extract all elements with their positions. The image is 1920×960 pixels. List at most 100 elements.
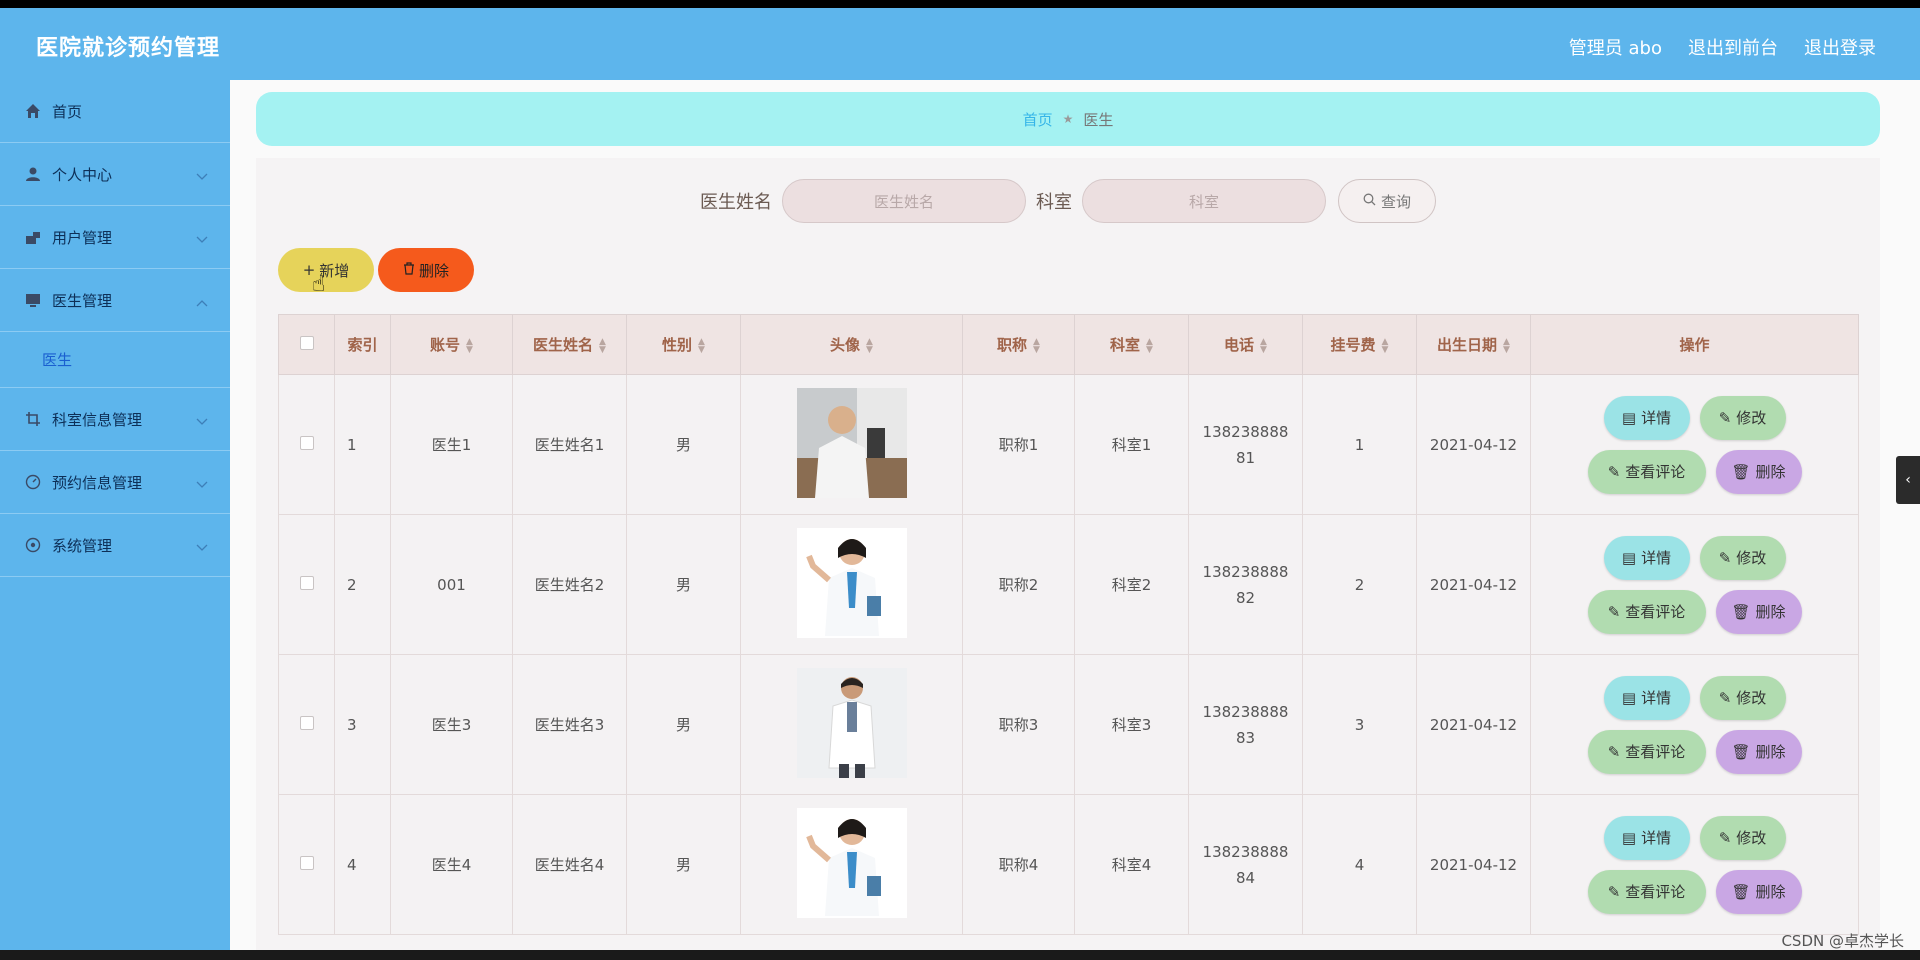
view-reviews-button[interactable]: ✎ 查看评论 — [1587, 589, 1706, 634]
detail-button[interactable]: ▤ 详情 — [1603, 675, 1690, 720]
add-button[interactable]: + 新增 — [278, 248, 374, 292]
sort-icon[interactable]: ▲ ▼ — [1033, 337, 1040, 354]
sidebar-item-doctor-management[interactable]: 医生管理 — [0, 269, 230, 332]
cell-department: 科室3 — [1074, 654, 1189, 795]
view-reviews-button[interactable]: ✎ 查看评论 — [1587, 449, 1706, 494]
watermark: CSDN @卓杰学长 — [1781, 932, 1904, 950]
chevron-down-icon — [196, 475, 208, 493]
header-links: 管理员 abo 退出到前台 退出登录 — [1569, 34, 1876, 60]
delete-button[interactable]: 🗑 删除 — [1715, 869, 1802, 914]
cell-operations: ▤ 详情 ✎ 修改 ✎ 查看评论 🗑 删除 — [1530, 374, 1859, 515]
cell-avatar — [740, 794, 963, 935]
column-header-birth-date[interactable]: 出生日期 ▲ ▼ — [1416, 314, 1531, 375]
column-header-title[interactable]: 职称 ▲ ▼ — [962, 314, 1075, 375]
column-header-fee[interactable]: 挂号费 ▲ ▼ — [1302, 314, 1417, 375]
phone-line-1: 138238888 — [1202, 422, 1289, 441]
department-label: 科室 — [1036, 192, 1072, 213]
collapse-panel-tab[interactable]: ‹ — [1896, 456, 1920, 504]
exit-to-front-link[interactable]: 退出到前台 — [1688, 34, 1778, 60]
delete-button[interactable]: 🗑 删除 — [1715, 449, 1802, 494]
column-header-doctor-name[interactable]: 医生姓名 ▲ ▼ — [512, 314, 627, 375]
sort-icon[interactable]: ▲ ▼ — [466, 337, 473, 354]
sidebar-item-system-management[interactable]: 系统管理 — [0, 514, 230, 577]
query-button[interactable]: 查询 — [1338, 179, 1436, 223]
sort-icon[interactable]: ▲ ▼ — [1146, 337, 1153, 354]
sort-icon[interactable]: ▲ ▼ — [866, 337, 873, 354]
sidebar-item-home[interactable]: 首页 — [0, 80, 230, 143]
edit-button[interactable]: ✎ 修改 — [1699, 675, 1786, 720]
sort-icon[interactable]: ▲ ▼ — [698, 337, 705, 354]
column-header-gender[interactable]: 性别 ▲ ▼ — [626, 314, 741, 375]
main-content: 首页 ★ 医生 医生姓名 医生姓名 科室 科室 查询 + 新增 删除 索引 账号… — [230, 80, 1920, 960]
phone-line-1: 138238888 — [1202, 842, 1289, 861]
content-panel: 医生姓名 医生姓名 科室 科室 查询 + 新增 删除 索引 账号 ▲ ▼ 医生姓… — [256, 158, 1880, 960]
sidebar-subitem-doctor[interactable]: 医生 — [0, 332, 230, 388]
column-header-avatar[interactable]: 头像 ▲ ▼ — [740, 314, 963, 375]
sort-icon[interactable]: ▲ ▼ — [1260, 337, 1267, 354]
trash-icon: 🗑 — [1731, 882, 1751, 901]
column-header-phone[interactable]: 电话 ▲ ▼ — [1188, 314, 1303, 375]
column-header-account[interactable]: 账号 ▲ ▼ — [390, 314, 513, 375]
document-icon: ▤ — [1621, 828, 1637, 847]
cell-phone: 138238888 83 — [1188, 654, 1303, 795]
phone-line-1: 138238888 — [1202, 562, 1289, 581]
edit-button[interactable]: ✎ 修改 — [1699, 535, 1786, 580]
row-select-cell — [278, 654, 335, 795]
phone-line-1: 138238888 — [1202, 702, 1289, 721]
cell-birth-date: 2021-04-12 — [1416, 374, 1531, 515]
chevron-down-icon — [196, 167, 208, 185]
sidebar: 首页 个人中心 用户管理 医生管理 医生 科室信息管理 预约信息管理 系统管理 — [0, 80, 230, 960]
breadcrumb-home[interactable]: 首页 — [1023, 109, 1053, 130]
delete-button[interactable]: 🗑 删除 — [1715, 589, 1802, 634]
detail-button[interactable]: ▤ 详情 — [1603, 395, 1690, 440]
horizontal-scrollbar[interactable] — [0, 950, 1920, 960]
sidebar-item-user-management[interactable]: 用户管理 — [0, 206, 230, 269]
sidebar-item-label: 个人中心 — [52, 165, 113, 184]
sidebar-item-department-management[interactable]: 科室信息管理 — [0, 388, 230, 451]
sidebar-item-appointment-management[interactable]: 预约信息管理 — [0, 451, 230, 514]
phone-line-2: 81 — [1235, 448, 1256, 467]
cell-department: 科室4 — [1074, 794, 1189, 935]
row-checkbox[interactable] — [299, 575, 314, 590]
cell-department: 科室1 — [1074, 374, 1189, 515]
column-header-department[interactable]: 科室 ▲ ▼ — [1074, 314, 1189, 375]
cell-operations: ▤ 详情 ✎ 修改 ✎ 查看评论 🗑 删除 — [1530, 514, 1859, 655]
department-input[interactable]: 科室 — [1082, 179, 1326, 223]
cell-avatar — [740, 654, 963, 795]
cell-index: 1 — [334, 374, 391, 515]
doctor-avatar-image — [796, 527, 907, 638]
batch-delete-button[interactable]: 删除 — [378, 248, 474, 292]
detail-button[interactable]: ▤ 详情 — [1603, 535, 1690, 580]
admin-user-label[interactable]: 管理员 abo — [1569, 34, 1662, 60]
edit-button[interactable]: ✎ 修改 — [1699, 815, 1786, 860]
table-header-row: 索引 账号 ▲ ▼ 医生姓名 ▲ ▼ 性别 ▲ ▼ 头像 ▲ ▼ 职称 ▲ ▼ 科室 ▲ ▼ 电话 ▲ ▼ … — [278, 314, 1859, 375]
sort-icon[interactable]: ▲ ▼ — [1382, 337, 1389, 354]
trash-icon: 🗑 — [1731, 742, 1751, 761]
row-checkbox[interactable] — [299, 855, 314, 870]
select-all-checkbox[interactable] — [299, 335, 314, 350]
row-checkbox[interactable] — [299, 435, 314, 450]
pencil-icon: ✎ — [1718, 688, 1732, 707]
sidebar-item-personal-center[interactable]: 个人中心 — [0, 143, 230, 206]
detail-button[interactable]: ▤ 详情 — [1603, 815, 1690, 860]
sort-icon[interactable]: ▲ ▼ — [1503, 337, 1510, 354]
delete-button[interactable]: 🗑 删除 — [1715, 729, 1802, 774]
view-reviews-button[interactable]: ✎ 查看评论 — [1587, 869, 1706, 914]
doctor-table: 索引 账号 ▲ ▼ 医生姓名 ▲ ▼ 性别 ▲ ▼ 头像 ▲ ▼ 职称 ▲ ▼ 科室 ▲ ▼ 电话 ▲ ▼ … — [278, 314, 1859, 935]
cell-birth-date: 2021-04-12 — [1416, 514, 1531, 655]
edit-button[interactable]: ✎ 修改 — [1699, 395, 1786, 440]
logout-link[interactable]: 退出登录 — [1804, 34, 1876, 60]
doctor-name-input[interactable]: 医生姓名 — [782, 179, 1026, 223]
sort-icon[interactable]: ▲ ▼ — [599, 337, 606, 354]
pencil-icon: ✎ — [1607, 602, 1621, 621]
row-select-cell — [278, 514, 335, 655]
cell-fee: 1 — [1302, 374, 1417, 515]
cell-index: 2 — [334, 514, 391, 655]
chevron-up-icon — [196, 293, 208, 311]
cell-phone: 138238888 81 — [1188, 374, 1303, 515]
cell-title: 职称2 — [962, 514, 1075, 655]
view-reviews-button[interactable]: ✎ 查看评论 — [1587, 729, 1706, 774]
chevron-down-icon — [196, 230, 208, 248]
hand-cursor-icon: ☝ — [312, 272, 326, 297]
row-checkbox[interactable] — [299, 715, 314, 730]
